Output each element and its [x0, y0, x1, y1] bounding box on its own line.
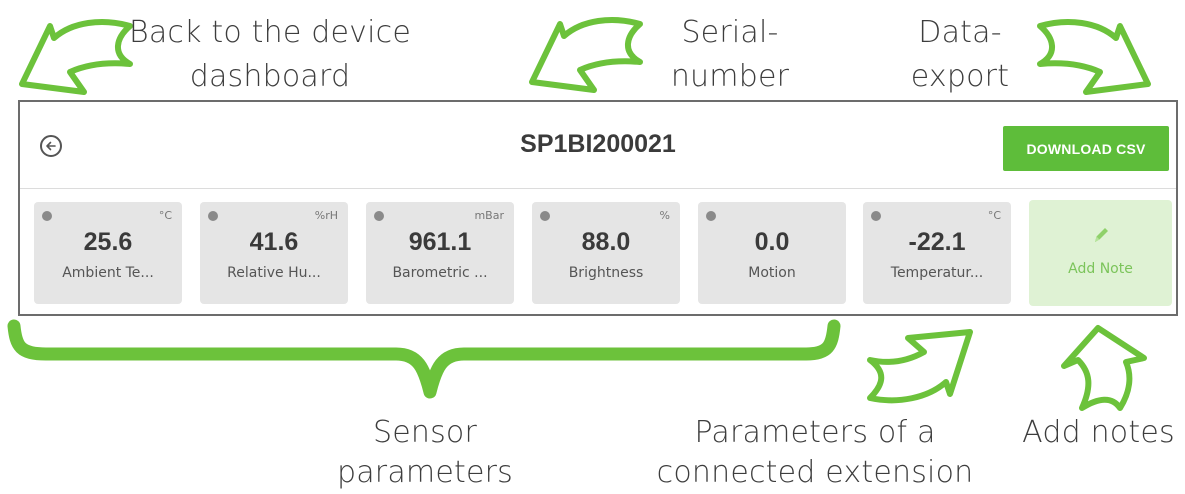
annotation-export-line2: export [910, 59, 1010, 94]
sensor-card-motion[interactable]: 0.0 Motion [698, 202, 846, 304]
annotation-extension-line1: Parameters of a [694, 415, 936, 450]
status-dot [540, 211, 550, 221]
sensor-value: 0.0 [754, 228, 790, 256]
annotation-arrow-extension [867, 329, 973, 404]
sensor-value: 25.6 [83, 228, 133, 256]
annotation-serial-line1: Serial- [681, 15, 779, 50]
add-note-label: Add Note [1068, 261, 1133, 277]
sensor-label: Temperatur... [890, 265, 984, 281]
annotation-extension-line2: connected extension [656, 455, 974, 490]
annotation-notes: Add notes [1022, 415, 1175, 450]
status-dot [208, 211, 218, 221]
annotation-back-line2: dashboard [189, 59, 351, 94]
annotation-sensor-line2: parameters [336, 455, 513, 490]
download-csv-button[interactable]: DOWNLOAD CSV [1003, 126, 1169, 171]
annotation-bracket-sensors [7, 319, 841, 399]
sensor-label: Brightness [568, 265, 644, 281]
sensor-label: Motion [748, 265, 796, 281]
annotation-serial-line2: number [670, 59, 790, 94]
add-note-button[interactable]: Add Note [1029, 200, 1172, 306]
sensor-value: 41.6 [249, 228, 299, 256]
annotation-back-line1: Back to the device [129, 15, 411, 50]
status-dot [871, 211, 881, 221]
status-dot [706, 211, 716, 221]
sensor-unit: %rH [314, 209, 338, 222]
panel-header: SP1BI200021 DOWNLOAD CSV [20, 102, 1176, 188]
sensor-unit: mBar [474, 209, 504, 222]
sensor-cards: °C 25.6 Ambient Te... %rH 41.6 Relative … [20, 188, 1176, 316]
sensor-value: 961.1 [408, 228, 472, 256]
sensor-label: Barometric ... [392, 265, 488, 281]
annotation-arrow-notes [1061, 325, 1147, 411]
annotation-arrow-serial [529, 17, 643, 93]
sensor-unit: °C [987, 209, 1001, 222]
annotation-sensor-line1: Sensor [372, 415, 478, 450]
sensor-label: Ambient Te... [62, 265, 154, 281]
status-dot [374, 211, 384, 221]
sensor-label: Relative Hu... [227, 265, 321, 281]
sensor-value: 88.0 [581, 228, 631, 256]
sensor-unit: °C [158, 209, 172, 222]
sensor-card-barometric-pressure[interactable]: mBar 961.1 Barometric ... [366, 202, 514, 304]
sensor-card-relative-humidity[interactable]: %rH 41.6 Relative Hu... [200, 202, 348, 304]
status-dot [42, 211, 52, 221]
sensor-unit: % [659, 209, 670, 222]
sensor-card-brightness[interactable]: % 88.0 Brightness [532, 202, 680, 304]
sensor-card-ambient-temperature[interactable]: °C 25.6 Ambient Te... [34, 202, 182, 304]
annotation-arrow-export [1037, 19, 1151, 95]
sensor-card-extension-temperature[interactable]: °C -22.1 Temperatur... [863, 202, 1011, 304]
pencil-icon [1095, 228, 1108, 242]
device-panel: SP1BI200021 DOWNLOAD CSV °C 25.6 Ambient… [18, 100, 1178, 316]
sensor-value: -22.1 [908, 228, 966, 256]
annotation-export-line1: Data- [918, 15, 1002, 50]
